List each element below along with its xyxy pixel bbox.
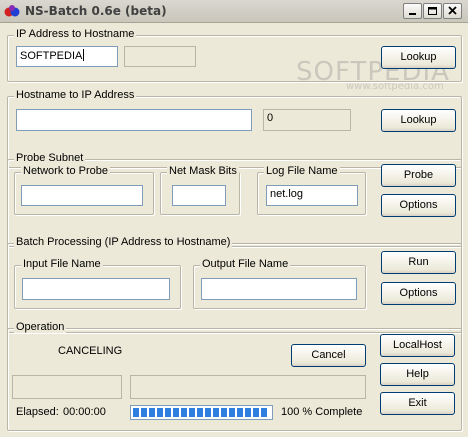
output-file-legend: Output File Name — [200, 258, 291, 270]
ip-to-host-group: IP Address to Hostname SOFTPEDIA Lookup — [7, 28, 462, 82]
operation-field-left — [12, 375, 122, 399]
progress-segment — [237, 408, 243, 417]
progress-segment — [221, 408, 227, 417]
progress-bar — [130, 405, 273, 420]
progress-segment — [173, 408, 179, 417]
maximize-icon — [428, 7, 437, 15]
progress-segment — [261, 408, 267, 417]
ip-lookup-button[interactable]: Lookup — [381, 46, 456, 69]
network-to-probe-group: Network to Probe — [14, 165, 154, 215]
input-file-legend: Input File Name — [21, 258, 103, 270]
app-icon — [4, 5, 20, 17]
output-file-input[interactable] — [201, 278, 357, 300]
progress-segment — [197, 408, 203, 417]
host-lookup-button[interactable]: Lookup — [381, 109, 456, 132]
log-file-legend: Log File Name — [264, 165, 340, 177]
progress-segment — [253, 408, 259, 417]
progress-segment — [189, 408, 195, 417]
text-caret — [83, 49, 85, 61]
network-to-probe-legend: Network to Probe — [21, 165, 110, 177]
progress-segment — [157, 408, 163, 417]
log-file-input[interactable]: net.log — [266, 185, 358, 206]
watermark-url: www.softpedia.com — [346, 81, 444, 92]
progress-fill — [133, 408, 270, 417]
net-mask-group: Net Mask Bits — [160, 165, 240, 215]
ip-address-input[interactable]: SOFTPEDIA — [16, 46, 118, 67]
close-button[interactable] — [443, 3, 462, 19]
maximize-button[interactable] — [423, 3, 442, 19]
title-bar[interactable]: NS-Batch 0.6e (beta) — [0, 0, 468, 23]
input-file-group: Input File Name — [14, 258, 181, 309]
batch-processing-legend: Batch Processing (IP Address to Hostname… — [14, 236, 233, 248]
host-to-ip-legend: Hostname to IP Address — [14, 89, 137, 101]
log-file-group: Log File Name net.log — [257, 165, 366, 215]
hostname-input[interactable] — [16, 109, 252, 131]
progress-segment — [165, 408, 171, 417]
net-mask-input[interactable] — [172, 185, 226, 206]
minimize-icon — [409, 13, 416, 15]
progress-segment — [205, 408, 211, 417]
progress-segment — [181, 408, 187, 417]
help-button[interactable]: Help — [380, 363, 455, 386]
operation-legend: Operation — [14, 321, 67, 333]
client-area: SOFTPEDIA www.softpedia.com IP Address t… — [0, 23, 468, 437]
batch-options-button[interactable]: Options — [381, 282, 456, 305]
progress-segment — [133, 408, 139, 417]
operation-status: CANCELING — [58, 345, 123, 357]
cancel-button[interactable]: Cancel — [291, 344, 366, 367]
batch-processing-group: Batch Processing (IP Address to Hostname… — [7, 236, 462, 333]
operation-field-right — [130, 375, 366, 399]
exit-button[interactable]: Exit — [380, 392, 455, 415]
input-file-input[interactable] — [22, 278, 170, 300]
ip-to-host-legend: IP Address to Hostname — [14, 28, 137, 40]
progress-segment — [141, 408, 147, 417]
net-mask-legend: Net Mask Bits — [167, 165, 239, 177]
progress-segment — [245, 408, 251, 417]
elapsed-value: 00:00:00 — [63, 406, 106, 418]
probe-options-button[interactable]: Options — [381, 194, 456, 217]
probe-button[interactable]: Probe — [381, 164, 456, 187]
network-input[interactable] — [21, 185, 143, 206]
elapsed-label: Elapsed: — [16, 406, 59, 418]
window-title: NS-Batch 0.6e (beta) — [25, 4, 167, 18]
progress-segment — [213, 408, 219, 417]
probe-subnet-legend: Probe Subnet — [14, 152, 86, 164]
run-button[interactable]: Run — [381, 251, 456, 274]
progress-segment — [229, 408, 235, 417]
localhost-button[interactable]: LocalHost — [380, 334, 455, 357]
probe-subnet-group: Probe Subnet Network to Probe Net Mask B… — [7, 152, 462, 247]
progress-segment — [149, 408, 155, 417]
complete-text: 100 % Complete — [281, 406, 363, 418]
close-icon — [448, 6, 457, 15]
output-file-group: Output File Name — [193, 258, 366, 309]
minimize-button[interactable] — [403, 3, 422, 19]
hostname-result-field — [124, 46, 196, 67]
ip-result-field: 0 — [263, 109, 351, 131]
